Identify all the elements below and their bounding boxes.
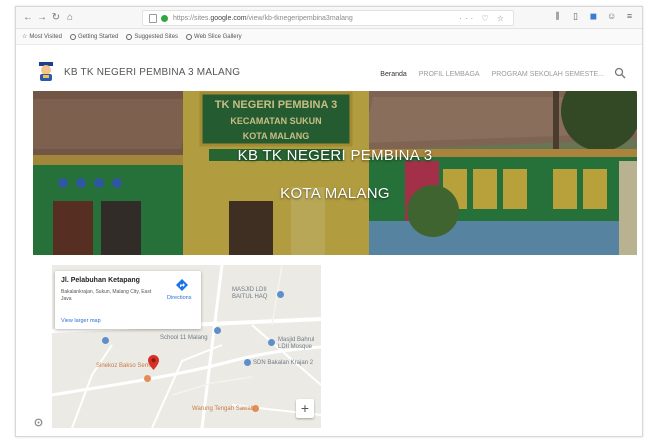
extension-icon[interactable]: ◼ — [589, 11, 598, 21]
school-poi-icon[interactable] — [244, 359, 251, 366]
hero-title-line2: KOTA MALANG — [280, 185, 390, 202]
main-menu: Beranda PROFIL LEMBAGA PROGRAM SEKOLAH S… — [380, 70, 604, 79]
bookmark-icon: ☆ — [22, 34, 28, 40]
forward-icon[interactable]: → — [36, 11, 48, 24]
mosque-poi-icon[interactable] — [277, 291, 284, 298]
site-header: KB TK NEGERI PEMBINA 3 MALANG Beranda PR… — [16, 57, 642, 91]
bookmark-most-visited[interactable]: ☆ Most Visited — [22, 33, 62, 41]
place-poi-icon[interactable] — [102, 337, 109, 344]
menu-icon[interactable]: ≡ — [625, 11, 634, 21]
bookmark-web-slice-gallery[interactable]: Web Slice Gallery — [186, 33, 242, 40]
search-icon[interactable] — [614, 67, 626, 79]
map-label-sdn: SDN Bakalan Krajan 2 — [253, 360, 314, 366]
site-title[interactable]: KB TK NEGERI PEMBINA 3 MALANG — [64, 67, 240, 79]
school-building-photo: TK NEGERI PEMBINA 3 KECAMATAN SUKUN KOTA… — [33, 91, 637, 255]
school-poi-icon[interactable] — [214, 327, 221, 334]
school-logo-icon[interactable] — [36, 60, 56, 82]
secure-lock-icon — [161, 15, 168, 22]
library-icon[interactable]: ⫼ — [553, 11, 562, 21]
map-label-warung: Warung Tengah Sawah — [192, 406, 255, 412]
browser-toolbar: ← → ↻ ⌂ https://sites.google.com/view/kb… — [16, 7, 642, 29]
address-bar[interactable]: https://sites.google.com/view/kb-tkneger… — [142, 10, 514, 26]
account-icon[interactable]: ☺ — [607, 11, 616, 21]
globe-icon — [126, 33, 133, 40]
hero-banner: TK NEGERI PEMBINA 3 KECAMATAN SUKUN KOTA… — [33, 91, 637, 255]
bookmarks-bar: ☆ Most Visited Getting Started Suggested… — [16, 29, 642, 45]
directions-icon[interactable] — [176, 279, 188, 291]
menu-item-beranda[interactable]: Beranda — [380, 70, 406, 79]
food-poi-icon[interactable] — [144, 375, 151, 382]
location-pin-icon[interactable] — [148, 355, 159, 370]
map-label-mosque: Masjid Bahrul LDII Mosque — [278, 337, 315, 350]
globe-icon — [69, 33, 76, 40]
map-info-card: Jl. Pelabuhan Ketapang Bakalankrajan, Su… — [55, 271, 201, 329]
map-label-school: School 11 Malang — [160, 335, 208, 341]
directions-link[interactable]: Directions — [167, 295, 191, 302]
url-text: https://sites.google.com/view/kb-tkneger… — [173, 15, 353, 22]
menu-item-profil-lembaga[interactable]: PROFIL LEMBAGA — [419, 70, 480, 79]
home-icon[interactable]: ⌂ — [64, 11, 76, 24]
view-larger-map-link[interactable]: View larger map — [61, 318, 101, 325]
settings-gear-icon[interactable] — [34, 418, 43, 427]
map-place-address: Bakalankrajan, Sukun, Malang City, East … — [61, 289, 152, 302]
hero-title-line1: KB TK NEGERI PEMBINA 3 — [237, 147, 433, 164]
bookmark-suggested-sites[interactable]: Suggested Sites — [126, 33, 178, 40]
map-place-title: Jl. Pelabuhan Ketapang — [61, 277, 140, 284]
mosque-poi-icon[interactable] — [268, 339, 275, 346]
browser-window: ← → ↻ ⌂ https://sites.google.com/view/kb… — [15, 6, 643, 437]
globe-icon — [186, 33, 193, 40]
page-actions[interactable]: ··· ♡ ☆ — [459, 13, 507, 24]
menu-item-program-sekolah[interactable]: PROGRAM SEKOLAH SEMESTE... — [492, 70, 604, 79]
back-icon[interactable]: ← — [22, 11, 34, 24]
zoom-in-button[interactable]: + — [296, 399, 314, 418]
map-label-masjid: MASJID LDII BAITUL HAQ — [232, 287, 268, 300]
toolbar-icons: ⫼ ▯ ◼ ☺ ≡ — [553, 11, 634, 23]
reload-icon[interactable]: ↻ — [50, 11, 62, 24]
shield-icon — [149, 14, 157, 23]
sidebar-icon[interactable]: ▯ — [571, 11, 580, 21]
embedded-map[interactable]: MASJID LDII BAITUL HAQ School 11 Malang … — [52, 265, 321, 428]
bookmark-getting-started[interactable]: Getting Started — [69, 33, 118, 40]
